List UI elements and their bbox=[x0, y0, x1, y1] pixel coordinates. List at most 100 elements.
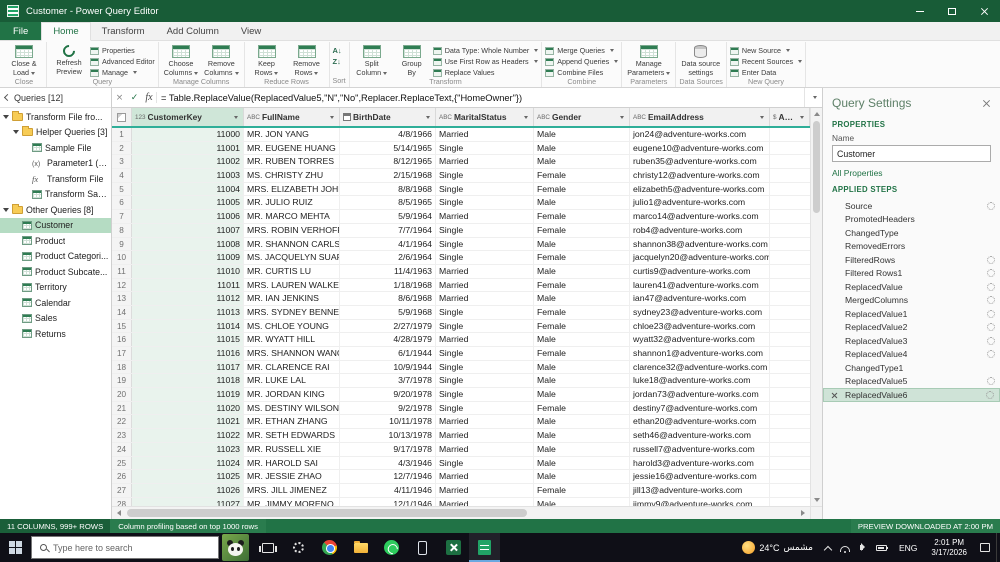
cell[interactable]: 4/8/1966 bbox=[340, 128, 436, 141]
row-number[interactable]: 13 bbox=[112, 292, 132, 305]
applied-step-filteredrows[interactable]: FilteredRows bbox=[823, 253, 1000, 267]
cell[interactable]: Single bbox=[436, 388, 534, 401]
cell[interactable]: MR. JULIO RUIZ bbox=[244, 196, 340, 210]
new-source-button[interactable]: New Source bbox=[729, 46, 802, 55]
sort-descending-button[interactable]: Z↓ bbox=[333, 57, 342, 66]
cell[interactable]: Female bbox=[534, 182, 630, 196]
tab-add-column[interactable]: Add Column bbox=[156, 22, 230, 40]
row-number[interactable]: 21 bbox=[112, 401, 132, 415]
task-view-button[interactable] bbox=[252, 533, 283, 562]
query-item-customer[interactable]: Customer bbox=[0, 217, 111, 233]
cell[interactable]: 4/3/1946 bbox=[340, 456, 436, 470]
cell[interactable]: 11002 bbox=[132, 155, 244, 169]
cell[interactable] bbox=[770, 306, 810, 319]
cell[interactable]: Single bbox=[436, 182, 534, 196]
row-number[interactable]: 17 bbox=[112, 347, 132, 360]
cell[interactable]: christy12@adventure-works.com bbox=[630, 169, 770, 182]
cell[interactable]: Married bbox=[436, 264, 534, 278]
cell[interactable]: elizabeth5@adventure-works.com bbox=[630, 182, 770, 196]
cell[interactable]: Female bbox=[534, 169, 630, 182]
cell[interactable] bbox=[770, 429, 810, 442]
cell[interactable]: 11019 bbox=[132, 388, 244, 401]
applied-step-replacedvalue6[interactable]: ReplacedValue6 bbox=[823, 388, 1000, 402]
cell[interactable] bbox=[770, 415, 810, 428]
cell[interactable] bbox=[770, 238, 810, 251]
gear-icon[interactable] bbox=[987, 269, 995, 278]
whatsapp-button[interactable] bbox=[376, 533, 407, 562]
cell[interactable]: 11011 bbox=[132, 278, 244, 292]
cell[interactable]: wyatt32@adventure-works.com bbox=[630, 333, 770, 346]
cell[interactable]: MRS. JILL JIMENEZ bbox=[244, 483, 340, 497]
cell[interactable]: MRS. SYDNEY BENNETT bbox=[244, 305, 340, 319]
cell[interactable]: MR. CURTIS LU bbox=[244, 264, 340, 278]
cell[interactable]: Married bbox=[436, 483, 534, 497]
cell[interactable] bbox=[770, 183, 810, 196]
query-item-product-subcate[interactable]: Product Subcate... bbox=[0, 264, 111, 280]
cell[interactable]: MS. JACQUELYN SUAREZ bbox=[244, 251, 340, 264]
cell[interactable]: 11005 bbox=[132, 196, 244, 210]
advanced-editor-button[interactable]: Advanced Editor bbox=[90, 57, 155, 66]
cell[interactable]: Male bbox=[534, 141, 630, 155]
cell[interactable]: Married bbox=[436, 497, 534, 506]
cell[interactable]: sydney23@adventure-works.com bbox=[630, 305, 770, 319]
properties-button[interactable]: Properties bbox=[90, 46, 155, 55]
show-desktop-button[interactable] bbox=[996, 533, 1000, 562]
replace-values-button[interactable]: Replace Values bbox=[432, 68, 539, 77]
cell[interactable]: MS. DESTINY WILSON bbox=[244, 401, 340, 415]
cell[interactable]: Male bbox=[534, 128, 630, 141]
excel-file-button[interactable] bbox=[469, 533, 500, 562]
cell[interactable]: 11021 bbox=[132, 415, 244, 429]
cell[interactable] bbox=[770, 388, 810, 401]
split-column-button[interactable]: Split Column bbox=[353, 43, 391, 77]
cell[interactable]: 5/9/1964 bbox=[340, 210, 436, 223]
collapse-queries-icon[interactable] bbox=[3, 93, 12, 102]
cell[interactable]: Single bbox=[436, 401, 534, 415]
query-item-calendar[interactable]: Calendar bbox=[0, 295, 111, 311]
search-box[interactable]: Type here to search bbox=[31, 536, 219, 559]
cell[interactable] bbox=[770, 374, 810, 387]
row-number[interactable]: 9 bbox=[112, 237, 132, 251]
cell[interactable]: shannon1@adventure-works.com bbox=[630, 347, 770, 360]
cell[interactable] bbox=[770, 196, 810, 209]
choose-columns-button[interactable]: Choose Columns bbox=[162, 43, 200, 77]
cell[interactable]: shannon38@adventure-works.com bbox=[630, 237, 770, 251]
query-item-sample-file[interactable]: Sample File bbox=[0, 140, 111, 156]
applied-step-replacedvalue2[interactable]: ReplacedValue2 bbox=[823, 321, 1000, 335]
cell[interactable]: 12/7/1946 bbox=[340, 470, 436, 483]
cell[interactable]: 9/17/1978 bbox=[340, 442, 436, 456]
cell[interactable]: 10/13/1978 bbox=[340, 429, 436, 442]
refresh-preview-button[interactable]: Refresh Preview bbox=[50, 42, 88, 77]
chrome-button[interactable] bbox=[314, 533, 345, 562]
cell[interactable]: Male bbox=[534, 429, 630, 442]
cell[interactable]: 5/9/1968 bbox=[340, 305, 436, 319]
expander-icon[interactable] bbox=[3, 207, 9, 212]
network-icon[interactable] bbox=[839, 546, 850, 553]
cancel-formula-icon[interactable]: × bbox=[112, 93, 127, 103]
cell[interactable] bbox=[770, 224, 810, 237]
cell[interactable]: 2/6/1964 bbox=[340, 251, 436, 264]
cell[interactable] bbox=[770, 498, 810, 506]
cell[interactable] bbox=[770, 457, 810, 470]
cell[interactable]: MR. CLARENCE RAI bbox=[244, 360, 340, 374]
filter-icon[interactable] bbox=[795, 112, 806, 123]
cell[interactable]: Male bbox=[534, 196, 630, 210]
cell[interactable] bbox=[770, 333, 810, 346]
cell[interactable]: MRS. LAUREN WALKER bbox=[244, 278, 340, 292]
cell[interactable]: Male bbox=[534, 470, 630, 483]
cell[interactable]: 8/6/1968 bbox=[340, 292, 436, 305]
applied-step-changedtype[interactable]: ChangedType bbox=[823, 226, 1000, 240]
file-tab[interactable]: File bbox=[0, 22, 42, 40]
cell[interactable]: MRS. SHANNON WANG bbox=[244, 347, 340, 360]
cell[interactable] bbox=[770, 155, 810, 168]
cell[interactable]: jimmy9@adventure-works.com bbox=[630, 497, 770, 506]
cell[interactable]: MR. SETH EDWARDS bbox=[244, 429, 340, 442]
applied-step-changedtype1[interactable]: ChangedType1 bbox=[823, 361, 1000, 375]
gear-icon[interactable] bbox=[986, 390, 994, 399]
row-number[interactable]: 8 bbox=[112, 223, 132, 237]
query-item-transform-file-fro[interactable]: Transform File fro... bbox=[0, 109, 111, 125]
cell[interactable]: Married bbox=[436, 128, 534, 141]
row-number[interactable]: 18 bbox=[112, 360, 132, 374]
cell[interactable]: MR. EUGENE HUANG bbox=[244, 141, 340, 155]
cell[interactable]: MR. JORDAN KING bbox=[244, 388, 340, 401]
cell[interactable]: Married bbox=[436, 429, 534, 442]
